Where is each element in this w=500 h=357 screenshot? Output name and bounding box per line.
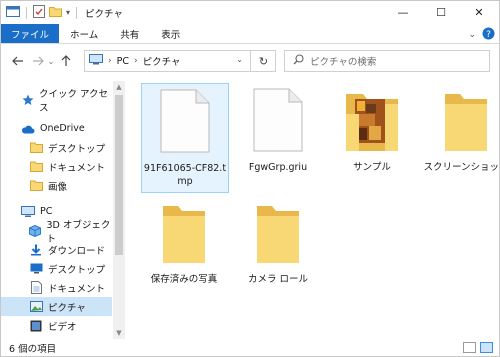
minimize-button[interactable]: —	[384, 1, 422, 24]
pc-location-icon	[89, 54, 103, 68]
search-icon	[293, 54, 304, 68]
search-box[interactable]: ピクチャの検索	[284, 50, 490, 72]
file-icon	[160, 89, 210, 156]
tab-view[interactable]: 表示	[150, 24, 191, 43]
title-bar: ▾ ピクチャ — ☐ ✕	[1, 1, 499, 24]
video-icon	[29, 319, 43, 333]
recent-locations-icon[interactable]: ⌄	[46, 51, 56, 71]
explorer-window: ▾ ピクチャ — ☐ ✕ ファイル ホーム 共有 表示 ⌄ ? ⌄ › PC ›…	[0, 0, 500, 357]
sidebar-item-3d-objects[interactable]: 3D オブジェクト	[1, 220, 112, 245]
folder-icon	[29, 160, 43, 174]
tab-home[interactable]: ホーム	[59, 24, 109, 43]
folder-item[interactable]: カメラ ロール	[235, 195, 323, 305]
sidebar-item-onedrive-documents[interactable]: ドキュメント	[1, 157, 112, 176]
folder-icon	[444, 92, 488, 155]
sidebar-scroll-thumb[interactable]	[115, 95, 123, 255]
scroll-down-icon[interactable]: ▼	[113, 327, 125, 339]
file-item[interactable]: FgwGrp.griu	[235, 83, 323, 193]
sidebar-item-quick-access[interactable]: クイック アクセス	[1, 89, 112, 114]
svg-text:?: ?	[486, 30, 491, 40]
help-icon[interactable]: ?	[482, 27, 495, 43]
sidebar-item-pictures[interactable]: ピクチャ	[1, 297, 112, 316]
breadcrumb-pc[interactable]: PC	[117, 56, 129, 67]
folder-item[interactable]: サンプル	[329, 83, 417, 193]
sidebar-item-downloads[interactable]: ダウンロード	[1, 240, 112, 259]
up-button[interactable]	[58, 51, 74, 71]
folder-item[interactable]: スクリーンショット	[423, 83, 500, 193]
sidebar-scrollbar[interactable]: ▲ ▼	[113, 81, 125, 339]
navigation-bar: ⌄ › PC › ピクチャ ⌄ ↻ ピクチャの検索	[1, 45, 499, 77]
document-icon	[29, 281, 43, 295]
view-switcher	[463, 342, 493, 353]
folder-icon	[29, 179, 43, 193]
sidebar-item-onedrive-desktop[interactable]: デスクトップ	[1, 138, 112, 157]
properties-icon[interactable]	[33, 4, 45, 21]
folder-icon	[256, 204, 300, 267]
maximize-button[interactable]: ☐	[422, 1, 460, 24]
cube-icon	[29, 224, 42, 238]
sidebar-item-videos[interactable]: ビデオ	[1, 316, 112, 335]
folder-icon	[162, 204, 206, 267]
sidebar-item-desktop[interactable]: デスクトップ	[1, 259, 112, 278]
explorer-app-icon[interactable]	[6, 5, 20, 20]
sidebar-item-documents[interactable]: ドキュメント	[1, 278, 112, 297]
breadcrumb-separator-icon: ›	[108, 56, 112, 66]
pictures-icon	[29, 300, 43, 314]
item-count: 6 個の項目	[9, 343, 57, 355]
status-bar: 6 個の項目	[1, 339, 499, 356]
file-item[interactable]: 91F61065-CF82.tmp	[141, 83, 229, 193]
details-view-icon[interactable]	[463, 342, 476, 353]
file-view: 91F61065-CF82.tmp FgwGrp.griu サンプル スクリーン…	[127, 81, 500, 339]
back-button[interactable]	[10, 51, 26, 71]
navigation-pane: クイック アクセス OneDrive デスクトップ ドキュメント 画像 PC 3…	[1, 81, 125, 339]
pc-icon	[21, 205, 35, 219]
star-icon	[21, 93, 34, 107]
close-button[interactable]: ✕	[460, 1, 498, 24]
folder-icon	[29, 141, 43, 155]
refresh-button[interactable]: ↻	[250, 51, 276, 71]
desktop-icon	[29, 262, 43, 276]
tab-share[interactable]: 共有	[109, 24, 150, 43]
address-dropdown-icon[interactable]: ⌄	[236, 55, 243, 64]
customize-qat-icon[interactable]: ▾	[66, 8, 70, 17]
photo-folder-icon	[345, 90, 399, 155]
forward-button[interactable]	[30, 51, 46, 71]
ribbon-tabs: ファイル ホーム 共有 表示 ⌄ ?	[1, 24, 499, 44]
new-folder-icon[interactable]	[49, 6, 62, 20]
folder-item[interactable]: 保存済みの写真	[141, 195, 229, 305]
file-icon	[253, 88, 303, 155]
cloud-icon	[21, 122, 35, 136]
download-icon	[29, 243, 43, 257]
large-icons-view-icon[interactable]	[480, 342, 493, 353]
address-bar[interactable]: › PC › ピクチャ ⌄	[84, 50, 276, 72]
sidebar-item-onedrive-images[interactable]: 画像	[1, 176, 112, 195]
sidebar-item-onedrive[interactable]: OneDrive	[1, 119, 112, 138]
tab-file[interactable]: ファイル	[1, 24, 60, 43]
window-title: ピクチャ	[85, 8, 123, 20]
breadcrumb-pictures[interactable]: ピクチャ	[143, 54, 181, 68]
search-placeholder: ピクチャの検索	[310, 57, 377, 68]
scroll-up-icon[interactable]: ▲	[113, 81, 125, 93]
expand-ribbon-icon[interactable]: ⌄	[468, 30, 476, 40]
quick-access-toolbar: ▾	[1, 1, 79, 24]
breadcrumb-separator-icon: ›	[133, 56, 138, 66]
